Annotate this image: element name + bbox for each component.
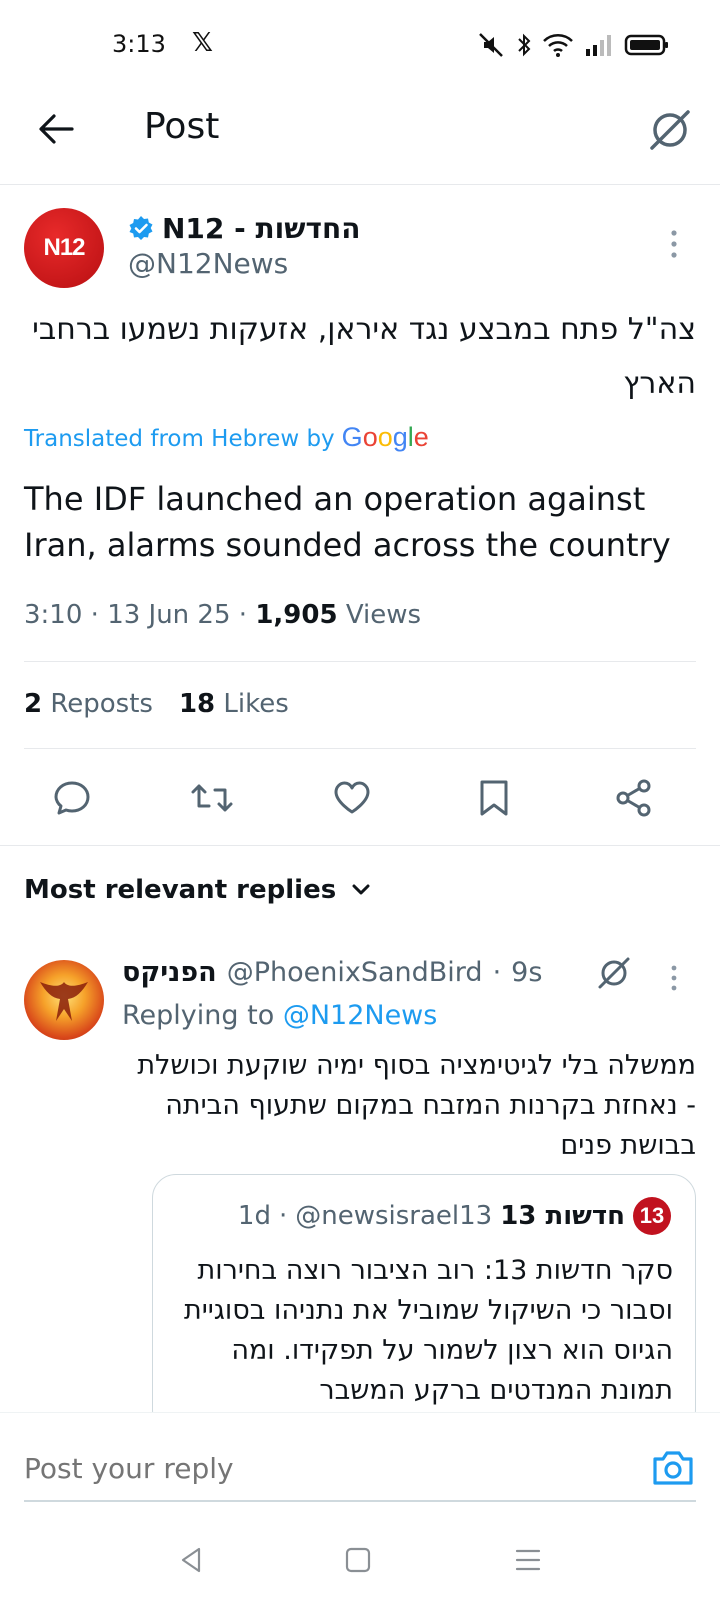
- reposts-count: 2: [24, 689, 43, 719]
- author-avatar[interactable]: N12: [24, 208, 104, 288]
- quoted-author-line: 13 חדשות 13 @newsisrael13 · 1d: [238, 1197, 671, 1235]
- bluetooth-icon: [518, 33, 531, 57]
- likes-count: 18: [178, 689, 216, 719]
- translated-label: Translated from Hebrew by: [24, 426, 335, 452]
- replying-to-handle[interactable]: @N12News: [283, 1000, 438, 1031]
- like-icon: [334, 781, 370, 814]
- grok-icon: [650, 110, 690, 150]
- header-divider: [0, 184, 720, 185]
- replies-sort-dropdown[interactable]: Most relevant replies: [24, 875, 372, 905]
- page-title: Post: [144, 106, 220, 147]
- google-logo: Google: [341, 422, 429, 452]
- status-icons: [476, 30, 670, 60]
- avatar-logo-text: N12: [43, 234, 85, 261]
- reply-grok-button[interactable]: [594, 953, 634, 993]
- reply-button[interactable]: [48, 774, 96, 822]
- reply-author-name: הפניקס: [122, 957, 217, 988]
- views-count: 1,905: [255, 600, 338, 630]
- reply-author-handle: @PhoenixSandBird: [226, 957, 483, 988]
- reply-text: ממשלה בלי לגיטימציה בסוף ימיה שוקעת וכוש…: [137, 1050, 696, 1161]
- bookmark-button[interactable]: [470, 774, 518, 822]
- verified-badge-icon: [129, 216, 153, 240]
- grok-icon: [598, 957, 630, 989]
- post-time: 3:10: [24, 600, 83, 630]
- author-line[interactable]: החדשות - N12: [128, 208, 360, 248]
- author-name: החדשות - N12: [162, 211, 361, 245]
- reposts-label: Reposts: [50, 689, 153, 719]
- signal-icon: [586, 35, 611, 56]
- chevron-down-icon: [352, 884, 370, 895]
- quoted-avatar: 13: [633, 1197, 671, 1235]
- post-text-original: צה"ל פתח במבצע נגד איראן, אזעקות נשמעו ב…: [32, 312, 696, 401]
- reply-author-avatar[interactable]: [24, 960, 104, 1040]
- more-options-button[interactable]: [664, 226, 684, 262]
- grok-button[interactable]: [644, 104, 696, 156]
- post-metadata: 3:10 · 13 Jun 25 · 1,905 Views: [24, 600, 422, 630]
- nav-back-button[interactable]: [172, 1540, 212, 1580]
- more-vertical-icon: [671, 965, 677, 991]
- repost-icon: [191, 784, 233, 812]
- nav-home-button[interactable]: [338, 1540, 378, 1580]
- views-label: Views: [345, 600, 422, 630]
- x-logo-icon: 𝕏: [192, 28, 213, 58]
- back-button[interactable]: [32, 105, 80, 153]
- composer-underline: [24, 1500, 696, 1502]
- post-date: 13 Jun 25: [107, 600, 231, 630]
- replying-label: Replying to: [122, 1000, 275, 1031]
- likes-label: Likes: [223, 689, 289, 719]
- camera-button[interactable]: [650, 1445, 696, 1491]
- reply-more-button[interactable]: [668, 963, 680, 993]
- status-time: 3:13: [112, 30, 166, 58]
- divider: [24, 661, 696, 662]
- quoted-author-handle: @newsisrael13: [295, 1201, 493, 1231]
- reply-author-line[interactable]: הפניקס @PhoenixSandBird · 9s: [122, 957, 542, 988]
- reposts-stat[interactable]: 2 Reposts: [24, 689, 153, 719]
- nav-menu-button[interactable]: [508, 1540, 548, 1580]
- divider: [0, 845, 720, 846]
- post-text-translated: The IDF launched an operation against Ir…: [24, 480, 671, 564]
- mute-icon: [479, 33, 503, 57]
- battery-icon: [624, 34, 668, 56]
- quoted-text: סקר חדשות 13: רוב הציבור רוצה בחירות וסב…: [183, 1255, 673, 1406]
- replying-to: Replying to @N12News: [122, 1000, 437, 1031]
- bookmark-icon: [480, 780, 508, 816]
- quoted-time: 1d: [237, 1201, 271, 1231]
- camera-icon: [653, 1451, 693, 1485]
- share-icon: [616, 779, 651, 817]
- replies-sort-label: Most relevant replies: [24, 875, 337, 905]
- quoted-author-name: חדשות 13: [500, 1201, 625, 1231]
- repost-button[interactable]: [188, 774, 236, 822]
- like-button[interactable]: [328, 774, 376, 822]
- wifi-icon: [543, 34, 573, 57]
- nav-back-icon: [181, 1547, 201, 1573]
- translation-note[interactable]: Translated from Hebrew by Google: [24, 422, 429, 453]
- phoenix-icon: [40, 982, 88, 1021]
- reply-input[interactable]: [24, 1452, 584, 1485]
- back-arrow-icon: [39, 114, 74, 144]
- engagement-stats: 2 Reposts 18 Likes: [24, 689, 289, 719]
- more-vertical-icon: [671, 230, 677, 258]
- nav-menu-icon: [515, 1549, 541, 1571]
- reply-icon: [54, 781, 90, 815]
- quoted-post-card[interactable]: 13 חדשות 13 @newsisrael13 · 1d סקר חדשות…: [152, 1174, 696, 1434]
- share-button[interactable]: [610, 774, 658, 822]
- reply-time: 9s: [511, 957, 543, 988]
- nav-home-icon: [345, 1547, 371, 1573]
- divider: [24, 748, 696, 749]
- author-handle[interactable]: @N12News: [128, 247, 288, 280]
- likes-stat[interactable]: 18 Likes: [179, 689, 289, 719]
